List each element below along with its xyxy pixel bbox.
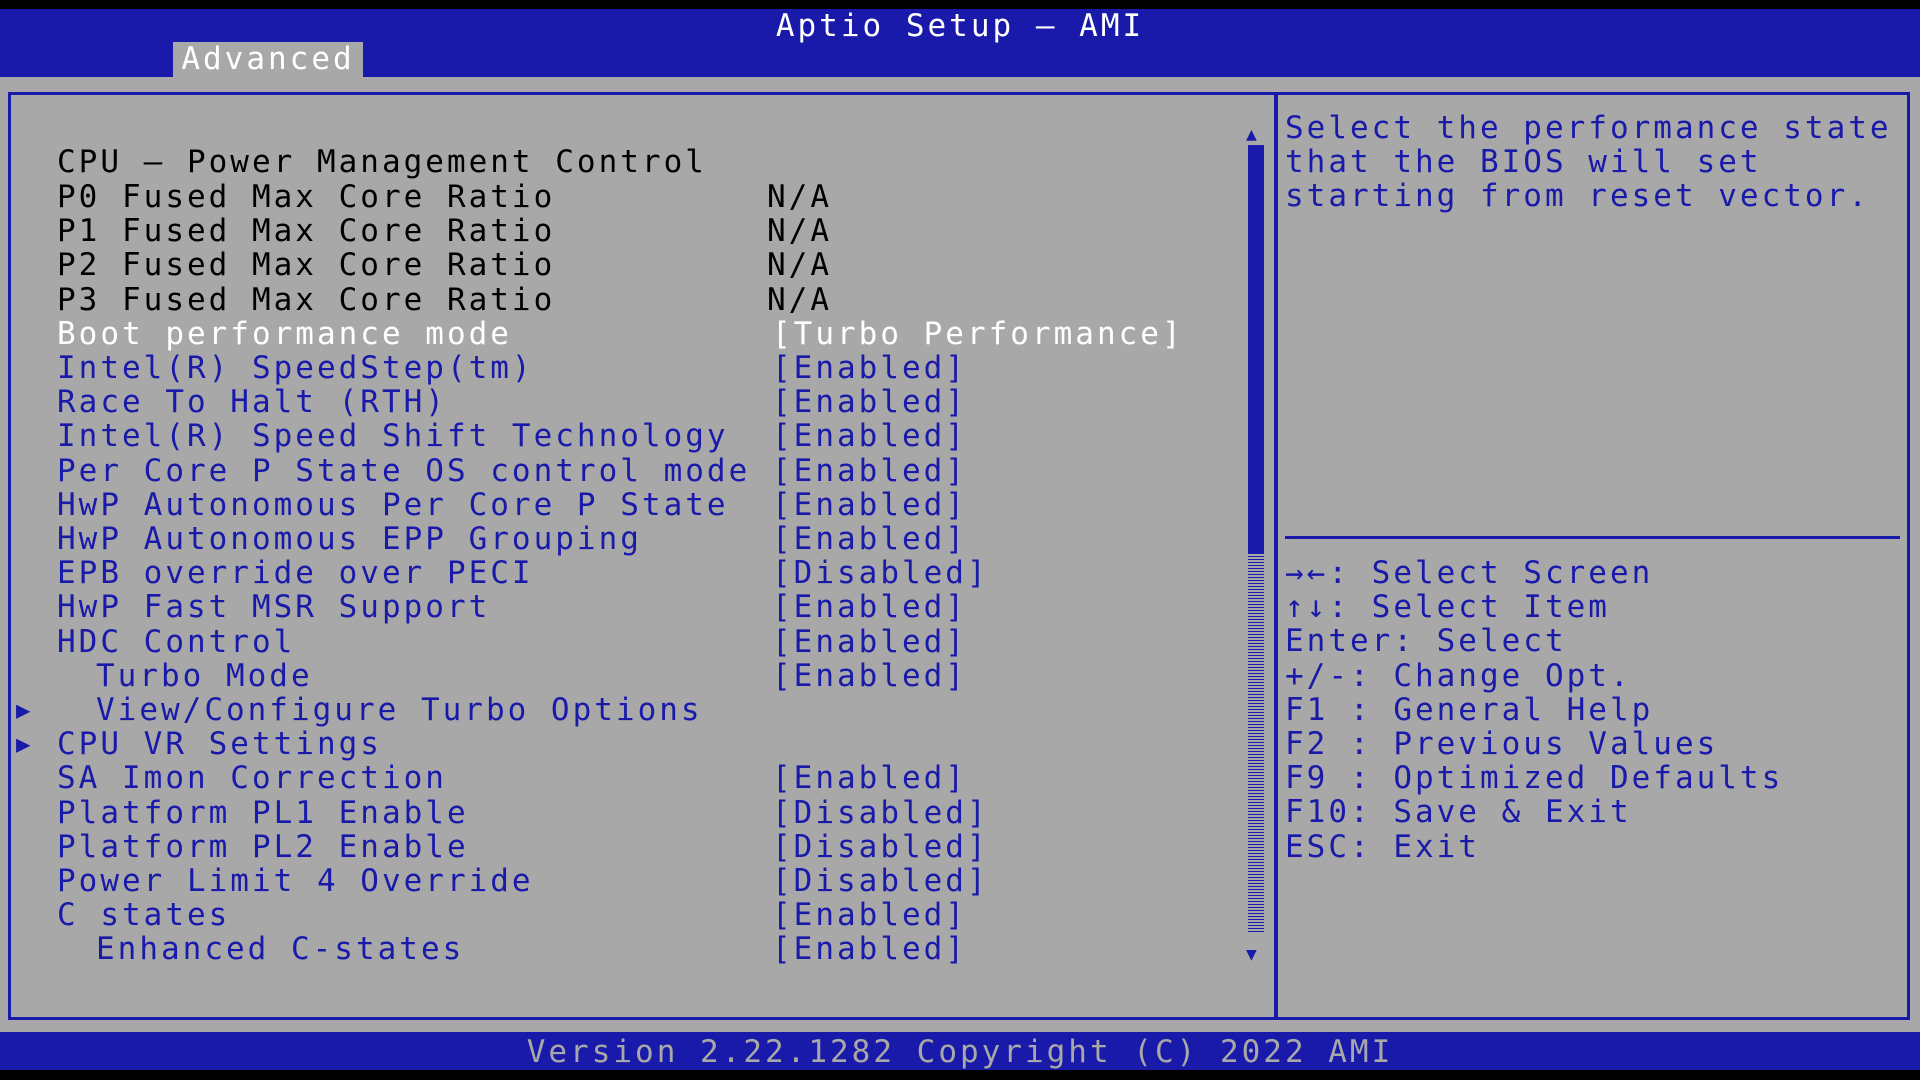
- setting-value: [Enabled]: [772, 760, 967, 797]
- setting-value: [Disabled]: [772, 863, 989, 899]
- submenu-arrow-icon: ▶: [16, 696, 34, 724]
- setting-label: HDC Control: [57, 623, 296, 660]
- setting-value: [Enabled]: [772, 384, 967, 421]
- setting-value: [Disabled]: [772, 828, 989, 865]
- key-legend-item: F9 : Optimized Defaults: [1285, 760, 1784, 797]
- setting-label: Enhanced C-states: [96, 931, 465, 968]
- setting-value: [Enabled]: [772, 623, 967, 660]
- info-label: P2 Fused Max Core Ratio: [57, 247, 556, 284]
- setting-label: Power Limit 4 Override: [57, 863, 534, 899]
- setting-label: Intel(R) SpeedStep(tm): [57, 350, 534, 386]
- setting-label: Race To Halt (RTH): [57, 384, 447, 421]
- key-legend-item: F10: Save & Exit: [1285, 794, 1632, 831]
- setting-label: HwP Autonomous Per Core P State: [57, 486, 729, 523]
- setting-label: Platform PL1 Enable: [57, 794, 469, 831]
- setting-value: [Enabled]: [772, 897, 967, 934]
- help-line: that the BIOS will set: [1285, 144, 1762, 180]
- setting-value: [Enabled]: [772, 486, 967, 523]
- setting-value: [Enabled]: [772, 589, 967, 626]
- help-text: Select the performance state that the BIO…: [1285, 111, 1892, 213]
- setting-label: C states: [57, 897, 231, 934]
- info-value: N/A: [767, 179, 832, 215]
- help-separator: [1285, 536, 1900, 539]
- setting-value: [Enabled]: [772, 931, 967, 968]
- setting-value: [Enabled]: [772, 350, 967, 386]
- setting-label: Per Core P State OS control mode: [57, 452, 751, 489]
- key-legend-item: F1 : General Help: [1285, 691, 1654, 728]
- setting-label: SA Imon Correction: [57, 760, 447, 797]
- info-label: P1 Fused Max Core Ratio: [57, 213, 556, 250]
- version-text: Version 2.22.1282 Copyright (C) 2022 AMI: [526, 1034, 1394, 1070]
- key-legend: →←: Select Screen ↑↓: Select Item Enter: S…: [1285, 556, 1783, 864]
- setting-value: [Disabled]: [772, 555, 989, 592]
- info-label: P3 Fused Max Core Ratio: [57, 281, 556, 318]
- help-line: starting from reset vector.: [1285, 178, 1870, 214]
- key-legend-item: F2 : Previous Values: [1285, 725, 1719, 762]
- submenu-arrow-icon: ▶: [16, 730, 34, 759]
- page-title: CPU – Power Management Control: [57, 144, 707, 180]
- key-legend-item: Enter: Select: [1285, 623, 1567, 660]
- setting-label: HwP Autonomous EPP Grouping: [57, 521, 642, 557]
- panel-divider: [1274, 92, 1278, 1020]
- info-value: N/A: [767, 213, 832, 250]
- setting-value: [Enabled]: [772, 452, 967, 489]
- info-label: P0 Fused Max Core Ratio: [57, 179, 556, 215]
- setting-value: [Enabled]: [772, 418, 967, 455]
- key-legend-item: →←: Select Screen: [1285, 555, 1654, 591]
- setting-label: Platform PL2 Enable: [57, 828, 469, 865]
- setting-value: [Disabled]: [772, 794, 989, 831]
- setting-value: [Enabled]: [772, 657, 967, 694]
- help-line: Select the performance state: [1285, 110, 1892, 146]
- scrollbar-thumb[interactable]: [1248, 145, 1264, 554]
- scroll-down-icon[interactable]: ▼: [1246, 938, 1257, 972]
- setting-label: EPB override over PECI: [57, 555, 534, 592]
- info-value: N/A: [767, 281, 832, 318]
- setting-label: HwP Fast MSR Support: [57, 589, 491, 626]
- setting-value: [Turbo Performance]: [772, 315, 1184, 352]
- setting-label: Boot performance mode: [57, 315, 512, 352]
- key-legend-item: ↑↓: Select Item: [1285, 589, 1610, 626]
- setting-label: Turbo Mode: [96, 657, 313, 694]
- setting-label: CPU VR Settings: [57, 726, 382, 763]
- key-legend-item: ESC: Exit: [1285, 828, 1480, 865]
- tab-advanced[interactable]: Advanced: [173, 42, 363, 77]
- setting-label: Intel(R) Speed Shift Technology: [57, 418, 729, 455]
- setting-value: [Enabled]: [772, 521, 967, 557]
- info-value: N/A: [767, 247, 832, 284]
- app-title: Aptio Setup – AMI: [775, 8, 1145, 44]
- key-legend-item: +/-: Change Opt.: [1285, 657, 1632, 694]
- setting-label: View/Configure Turbo Options: [96, 692, 703, 728]
